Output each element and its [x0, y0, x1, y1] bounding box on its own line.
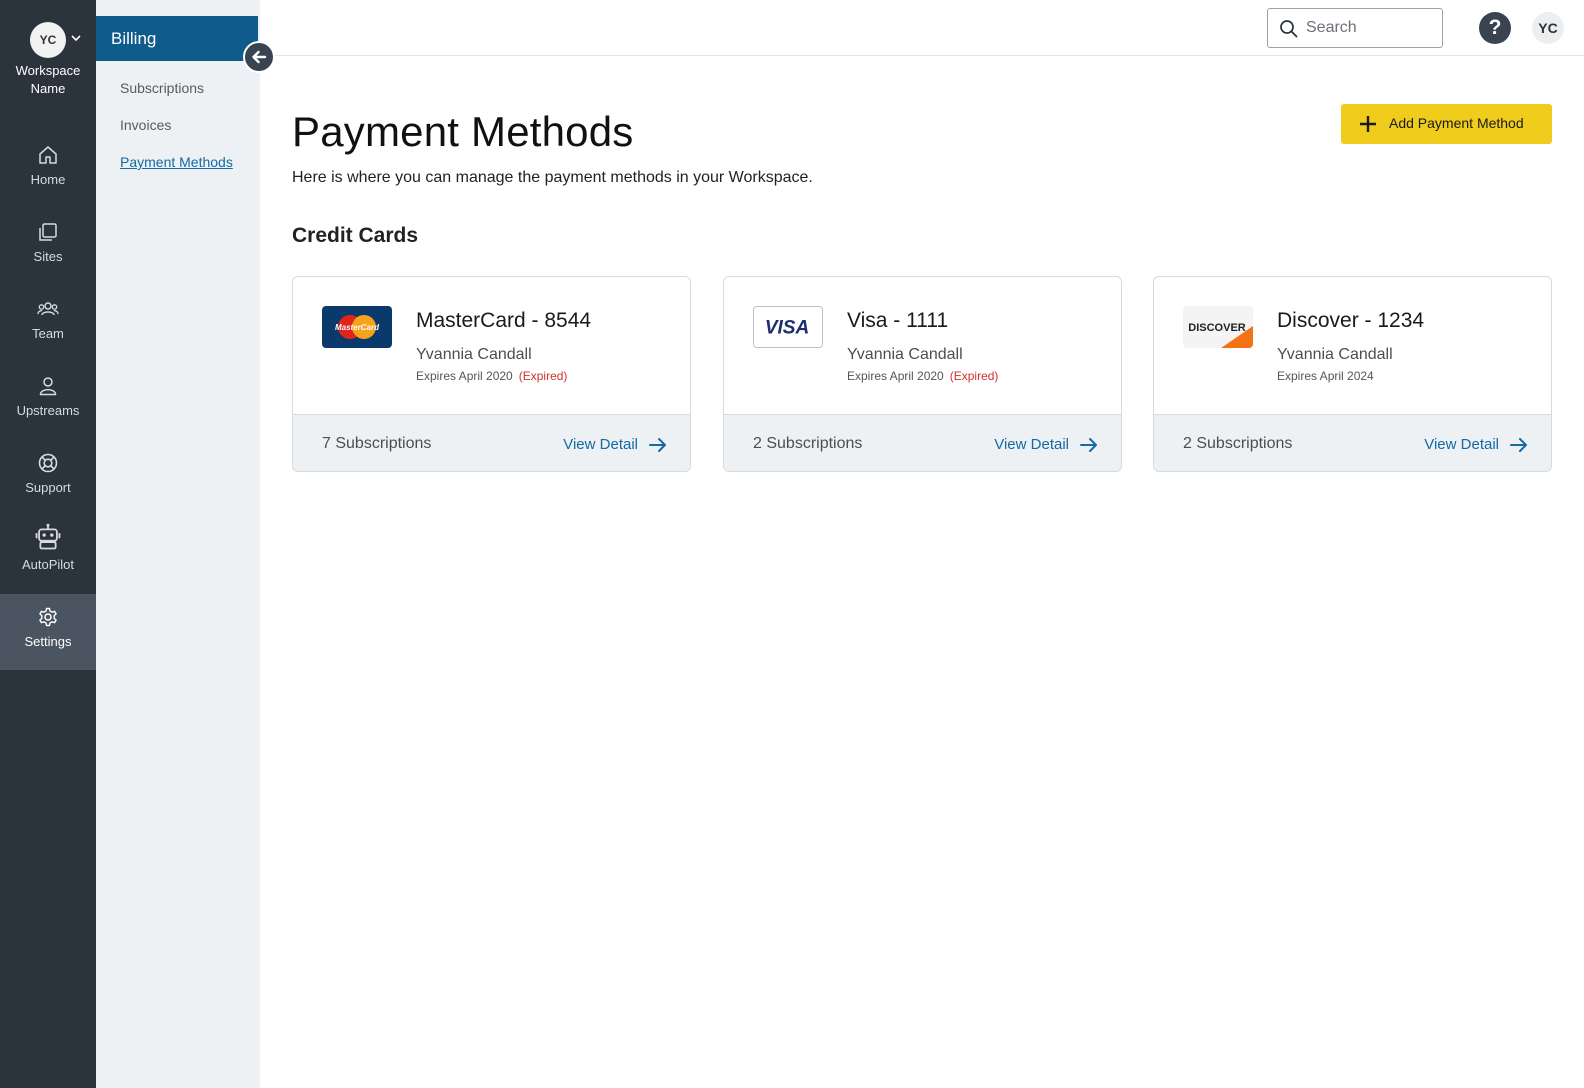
search-input[interactable]: [1306, 17, 1436, 39]
main-nav-rail: YC Workspace Name Home Sites Team Upstre…: [0, 0, 96, 1088]
svg-text:DISCOVER: DISCOVER: [1188, 322, 1246, 334]
card-expiry: Expires April 2020 (Expired): [847, 369, 999, 383]
card-expiry: Expires April 2020 (Expired): [416, 369, 568, 383]
home-icon: [39, 146, 57, 164]
top-bar: ? YC: [260, 0, 1584, 56]
user-icon: [39, 377, 57, 396]
card-name: MasterCard - 8544: [416, 309, 592, 332]
robot-icon: [35, 523, 61, 550]
gear-icon: [39, 607, 57, 627]
user-avatar[interactable]: YC: [1532, 12, 1564, 44]
nav-team[interactable]: Team: [0, 286, 96, 362]
mastercard-logo: MasterCard: [322, 306, 392, 348]
arrow-left-icon: [252, 50, 267, 64]
card-holder: Yvannia Candall: [1277, 346, 1393, 363]
card-footer: 7 Subscriptions View Detail: [293, 414, 690, 471]
card-footer: 2 Subscriptions View Detail: [1154, 414, 1551, 471]
collapse-subnav-button[interactable]: [243, 41, 275, 73]
lifebuoy-icon: [38, 453, 58, 473]
search-box[interactable]: [1267, 8, 1443, 48]
expired-badge: (Expired): [949, 369, 999, 383]
svg-text:MasterCard: MasterCard: [335, 323, 380, 332]
visa-logo: VISA: [753, 306, 823, 348]
workspace-name: Workspace Name: [15, 63, 81, 96]
add-payment-method-button[interactable]: Add Payment Method: [1341, 104, 1552, 144]
arrow-right-icon: [1080, 438, 1097, 452]
team-icon: [37, 302, 59, 316]
nav-autopilot[interactable]: AutoPilot: [0, 517, 96, 593]
search-icon: [1280, 20, 1298, 38]
subscription-count: 2 Subscriptions: [753, 435, 863, 452]
chevron-down-icon[interactable]: [70, 32, 82, 44]
page-title: Payment Methods: [292, 108, 634, 155]
subnav-item-payment-methods[interactable]: Payment Methods: [120, 154, 233, 170]
nav-support[interactable]: Support: [0, 440, 96, 516]
page-description: Here is where you can manage the payment…: [292, 169, 813, 186]
subnav-item-invoices[interactable]: Invoices: [120, 117, 171, 133]
nav-home-label: Home: [30, 172, 66, 187]
nav-upstreams[interactable]: Upstreams: [0, 363, 96, 439]
payment-card-discover: DISCOVER Discover - 1234 Yvannia Candall…: [1153, 276, 1552, 472]
nav-autopilot-label: AutoPilot: [21, 557, 75, 572]
nav-support-label: Support: [25, 480, 71, 495]
nav-settings-label: Settings: [24, 634, 72, 649]
payment-card-mastercard: MasterCard MasterCard - 8544 Yvannia Can…: [292, 276, 691, 472]
section-title: Credit Cards: [292, 224, 419, 247]
subscription-count: 7 Subscriptions: [322, 435, 432, 452]
help-button[interactable]: ?: [1479, 12, 1511, 44]
subnav-item-subscriptions[interactable]: Subscriptions: [120, 80, 204, 96]
payment-card-visa: VISA Visa - 1111 Yvannia Candall Expires…: [723, 276, 1122, 472]
card-expiry: Expires April 2024: [1277, 369, 1374, 383]
card-name: Visa - 1111: [847, 309, 949, 332]
expired-badge: (Expired): [518, 369, 568, 383]
billing-subnav: Billing Subscriptions Invoices Payment M…: [96, 0, 260, 1088]
card-holder: Yvannia Candall: [416, 346, 532, 363]
plus-icon: [1360, 116, 1376, 132]
svg-text:VISA: VISA: [765, 318, 809, 339]
card-name: Discover - 1234: [1277, 309, 1425, 332]
add-payment-method-label: Add Payment Method: [1389, 115, 1524, 131]
workspace-avatar[interactable]: YC: [30, 22, 66, 58]
discover-logo: DISCOVER: [1183, 306, 1253, 348]
nav-sites[interactable]: Sites: [0, 209, 96, 285]
arrow-right-icon: [649, 438, 666, 452]
nav-sites-label: Sites: [33, 249, 63, 264]
nav-upstreams-label: Upstreams: [16, 403, 80, 418]
arrow-right-icon: [1510, 438, 1527, 452]
card-holder: Yvannia Candall: [847, 346, 963, 363]
nav-team-label: Team: [32, 326, 64, 341]
nav-settings[interactable]: Settings: [0, 594, 96, 670]
sites-icon: [39, 223, 57, 241]
subnav-title: Billing: [96, 16, 258, 61]
subscription-count: 2 Subscriptions: [1183, 435, 1293, 452]
nav-home[interactable]: Home: [0, 132, 96, 208]
card-footer: 2 Subscriptions View Detail: [724, 414, 1121, 471]
